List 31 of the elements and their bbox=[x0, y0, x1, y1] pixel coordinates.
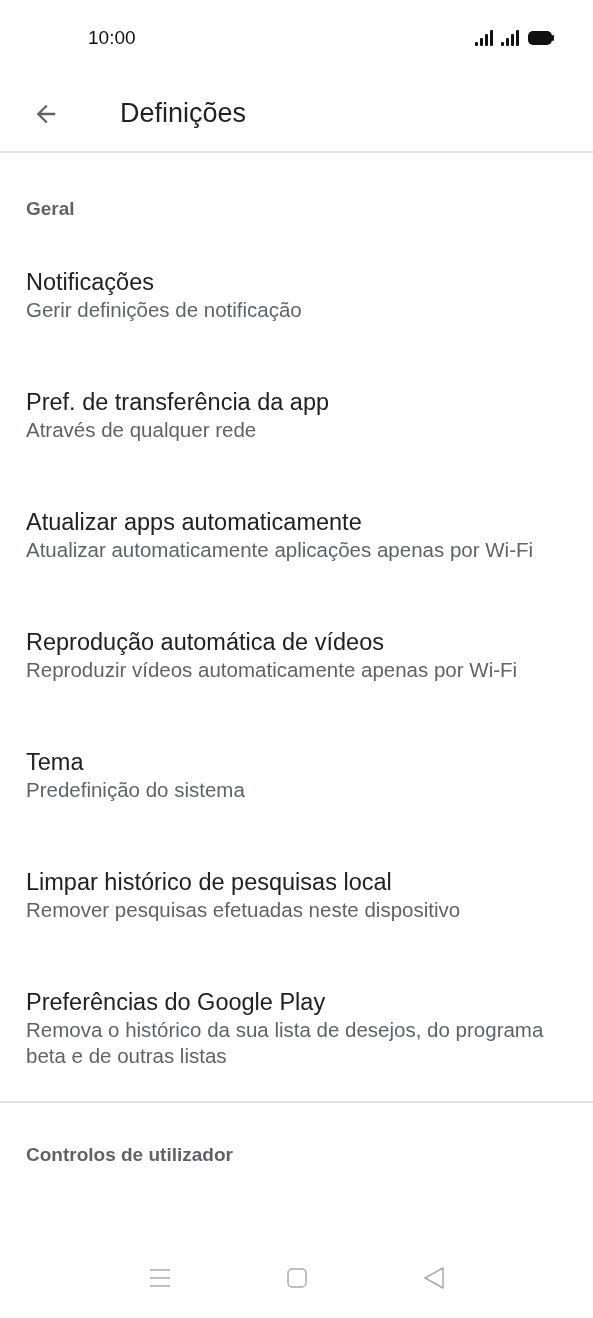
settings-item[interactable]: Reprodução automática de vídeos Reproduzir vídeos automaticamente apenas por Wi-Fi bbox=[0, 595, 593, 715]
settings-item[interactable]: Notificações Gerir definições de notificação bbox=[0, 235, 593, 355]
item-title: Limpar histórico de pesquisas local bbox=[26, 868, 393, 897]
settings-item[interactable]: Limpar histórico de pesquisas local Remover pesquisas efetuadas neste dispositivo bbox=[0, 835, 593, 955]
item-title: Tema bbox=[26, 748, 85, 777]
item-subtitle: Remova o histórico da sua lista de desejos, do programa beta e de outras listas bbox=[26, 1017, 545, 1069]
item-subtitle: Atualizar automaticamente aplicações apenas por Wi-Fi bbox=[26, 537, 535, 563]
menu-icon[interactable] bbox=[148, 1268, 171, 1288]
item-title: Reprodução automática de vídeos bbox=[26, 628, 385, 657]
section-header: Geral bbox=[26, 198, 75, 219]
settings-item[interactable]: Pref. de transferência da app Através de qualquer rede bbox=[0, 355, 593, 475]
item-title: Preferências do Google Play bbox=[26, 988, 327, 1017]
back-icon[interactable] bbox=[422, 1266, 445, 1290]
home-icon[interactable] bbox=[285, 1267, 308, 1289]
item-subtitle: Gerir definições de notificação bbox=[26, 297, 303, 323]
item-subtitle: Remover pesquisas efetuadas neste dispositivo bbox=[26, 897, 462, 923]
signal-icon bbox=[475, 30, 495, 46]
settings-item[interactable]: Atualizar apps automaticamente Atualizar automaticamente aplicações apenas por Wi-Fi bbox=[0, 475, 593, 595]
signal-icon bbox=[501, 30, 521, 46]
settings-item[interactable]: Tema Predefinição do sistema bbox=[0, 715, 593, 835]
section-header: Controlos de utilizador bbox=[26, 1144, 233, 1165]
item-subtitle: Através de qualquer rede bbox=[26, 417, 258, 443]
item-subtitle: Reproduzir vídeos automaticamente apenas por Wi-Fi bbox=[26, 657, 519, 683]
item-subtitle: Predefinição do sistema bbox=[26, 777, 246, 803]
item-title: Atualizar apps automaticamente bbox=[26, 508, 363, 537]
page-title: Definições bbox=[120, 98, 247, 129]
battery-icon bbox=[527, 30, 555, 46]
status-time: 10:00 bbox=[88, 27, 136, 49]
item-title: Pref. de transferência da app bbox=[26, 388, 331, 417]
settings-item[interactable]: Preferências do Google Play Remova o histórico da sua lista de desejos, do programa beta e de outras listas bbox=[0, 955, 593, 1101]
item-title: Notificações bbox=[26, 268, 155, 297]
